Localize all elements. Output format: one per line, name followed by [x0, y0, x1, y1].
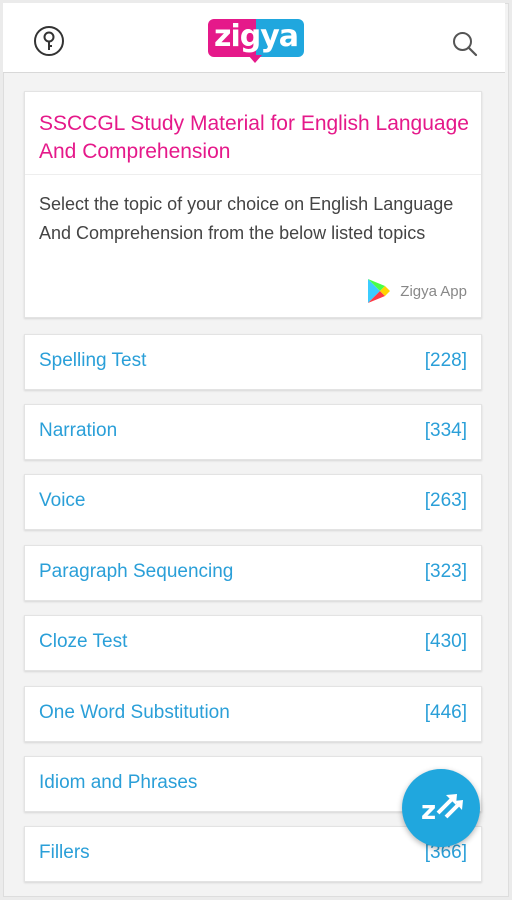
topic-count: [446] [424, 702, 467, 723]
topic-item-one-word-substitution[interactable]: One Word Substitution [446] [24, 686, 482, 742]
topic-item-cloze-test[interactable]: Cloze Test [430] [24, 615, 482, 671]
svg-text:z: z [421, 796, 436, 826]
topic-item-paragraph-sequencing[interactable]: Paragraph Sequencing [323] [24, 545, 482, 601]
topic-name: Spelling Test [39, 350, 147, 371]
topic-name: Paragraph Sequencing [39, 561, 234, 582]
zigya-share-button[interactable]: z [402, 769, 480, 847]
play-store-icon [368, 279, 391, 303]
topic-count: [228] [424, 350, 467, 371]
topic-count: [430] [424, 631, 467, 652]
search-icon[interactable] [451, 30, 479, 58]
zigya-app-link[interactable]: Zigya App [366, 277, 467, 305]
topic-name: One Word Substitution [39, 702, 230, 723]
topic-count: [323] [424, 561, 467, 582]
app-header: zigya [3, 3, 505, 73]
topic-name: Narration [39, 420, 118, 441]
topic-item-narration[interactable]: Narration [334] [24, 404, 482, 460]
intro-description: Select the topic of your choice on Engli… [39, 194, 454, 243]
divider [25, 174, 481, 175]
info-key-icon[interactable] [33, 25, 65, 57]
topic-name: Cloze Test [39, 631, 128, 652]
topic-item-voice[interactable]: Voice [263] [24, 474, 482, 530]
intro-card: SSCCGL Study Material for English Langua… [24, 91, 482, 318]
topic-name: Voice [39, 490, 86, 511]
topic-count: [263] [424, 490, 467, 511]
page-title: SSCCGL Study Material for English Langua… [39, 112, 469, 163]
app-label: Zigya App [400, 282, 467, 300]
topic-item-spelling-test[interactable]: Spelling Test [228] [24, 334, 482, 390]
logo-text: zigya [213, 19, 299, 54]
topic-name: Idiom and Phrases [39, 772, 198, 793]
zigya-share-icon: z [421, 794, 463, 826]
topic-name: Fillers [39, 842, 90, 863]
topic-count: [334] [424, 420, 467, 441]
